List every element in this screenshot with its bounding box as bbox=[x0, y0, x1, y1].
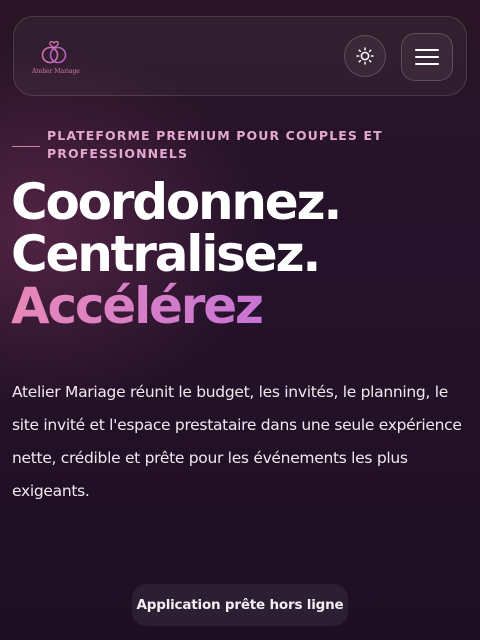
headline-line-2: Centralisez. bbox=[11, 225, 321, 283]
offline-ready-toast: Application prête hors ligne bbox=[132, 584, 348, 626]
hero-description: Atelier Mariage réunit le budget, les in… bbox=[12, 383, 462, 500]
brand-name: Atelier Mariage bbox=[32, 68, 80, 75]
eyebrow-divider bbox=[12, 146, 40, 147]
headline-line-1: Coordonnez. bbox=[11, 173, 342, 231]
top-navigation-bar: Atelier Mariage bbox=[13, 16, 467, 96]
menu-button[interactable] bbox=[401, 33, 453, 81]
hamburger-menu-icon bbox=[415, 49, 439, 65]
hero-headline: Coordonnez. Centralisez. Accélérez bbox=[11, 176, 471, 332]
headline-line-3-accent: Accélérez bbox=[11, 280, 471, 332]
theme-toggle-button[interactable] bbox=[344, 35, 386, 77]
brand-logo[interactable]: Atelier Mariage bbox=[32, 39, 80, 79]
hero-eyebrow: PLATEFORME PREMIUM POUR COUPLES ET PROFE… bbox=[47, 128, 383, 161]
interlocking-rings-icon bbox=[41, 41, 67, 64]
sun-icon bbox=[356, 47, 374, 65]
toast-message: Application prête hors ligne bbox=[136, 597, 344, 613]
